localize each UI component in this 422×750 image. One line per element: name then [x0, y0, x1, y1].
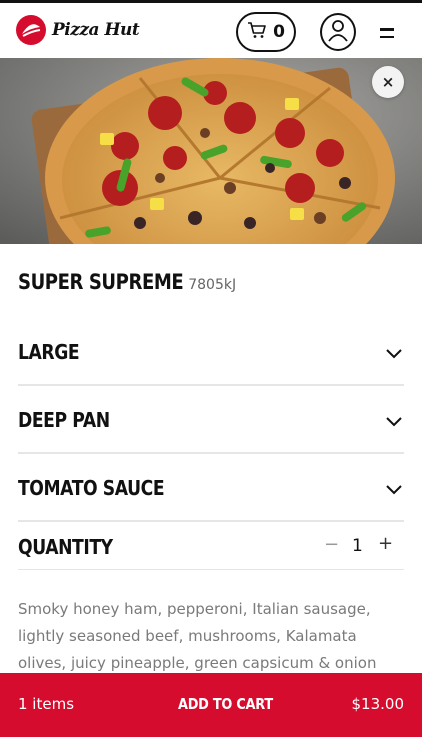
sauce-selector-label: TOMATO SAUCE [18, 476, 165, 500]
chevron-down-icon [386, 412, 402, 431]
add-to-cart-bar[interactable]: 1 items ADD TO CART $13.00 [0, 673, 422, 737]
product-title: SUPER SUPREME 7805kJ [18, 270, 236, 294]
product-energy: 7805kJ [188, 277, 237, 293]
quantity-decrement-button[interactable]: − [324, 534, 339, 555]
brand-logo[interactable]: Pizza Hut [16, 15, 140, 45]
pizza-photo [0, 58, 422, 244]
pizza-hut-logo-icon [16, 15, 46, 45]
quantity-label: QUANTITY [18, 535, 113, 559]
size-selector-label: LARGE [18, 340, 80, 364]
size-selector[interactable]: LARGE [18, 318, 404, 386]
product-image: × [0, 58, 422, 244]
crust-selector-label: DEEP PAN [18, 408, 110, 432]
sauce-selector[interactable]: TOMATO SAUCE [18, 454, 404, 522]
product-description: Smoky honey ham, pepperoni, Italian saus… [18, 600, 377, 672]
item-count: 1 items [18, 695, 75, 713]
crust-selector[interactable]: DEEP PAN [18, 386, 404, 454]
shopping-cart-icon [247, 21, 267, 43]
cart-count: 0 [273, 22, 285, 42]
product-name: SUPER SUPREME [18, 270, 184, 294]
account-button[interactable] [320, 13, 356, 51]
app-header: Pizza Hut 0 [0, 0, 422, 58]
bottom-strip [0, 737, 422, 750]
quantity-value: 1 [352, 536, 363, 556]
quantity-stepper: QUANTITY − 1 + [18, 522, 404, 570]
add-to-cart-button[interactable]: ADD TO CART [178, 695, 273, 713]
brand-name: Pizza Hut [52, 20, 140, 40]
close-button[interactable]: × [372, 66, 404, 98]
hamburger-menu-icon[interactable] [380, 28, 394, 40]
chevron-down-icon [386, 344, 402, 363]
total-price: $13.00 [351, 695, 405, 713]
user-account-icon [327, 18, 349, 46]
close-icon: × [381, 73, 395, 91]
chevron-down-icon [386, 480, 402, 499]
cart-button[interactable]: 0 [236, 12, 296, 52]
quantity-increment-button[interactable]: + [378, 533, 393, 554]
